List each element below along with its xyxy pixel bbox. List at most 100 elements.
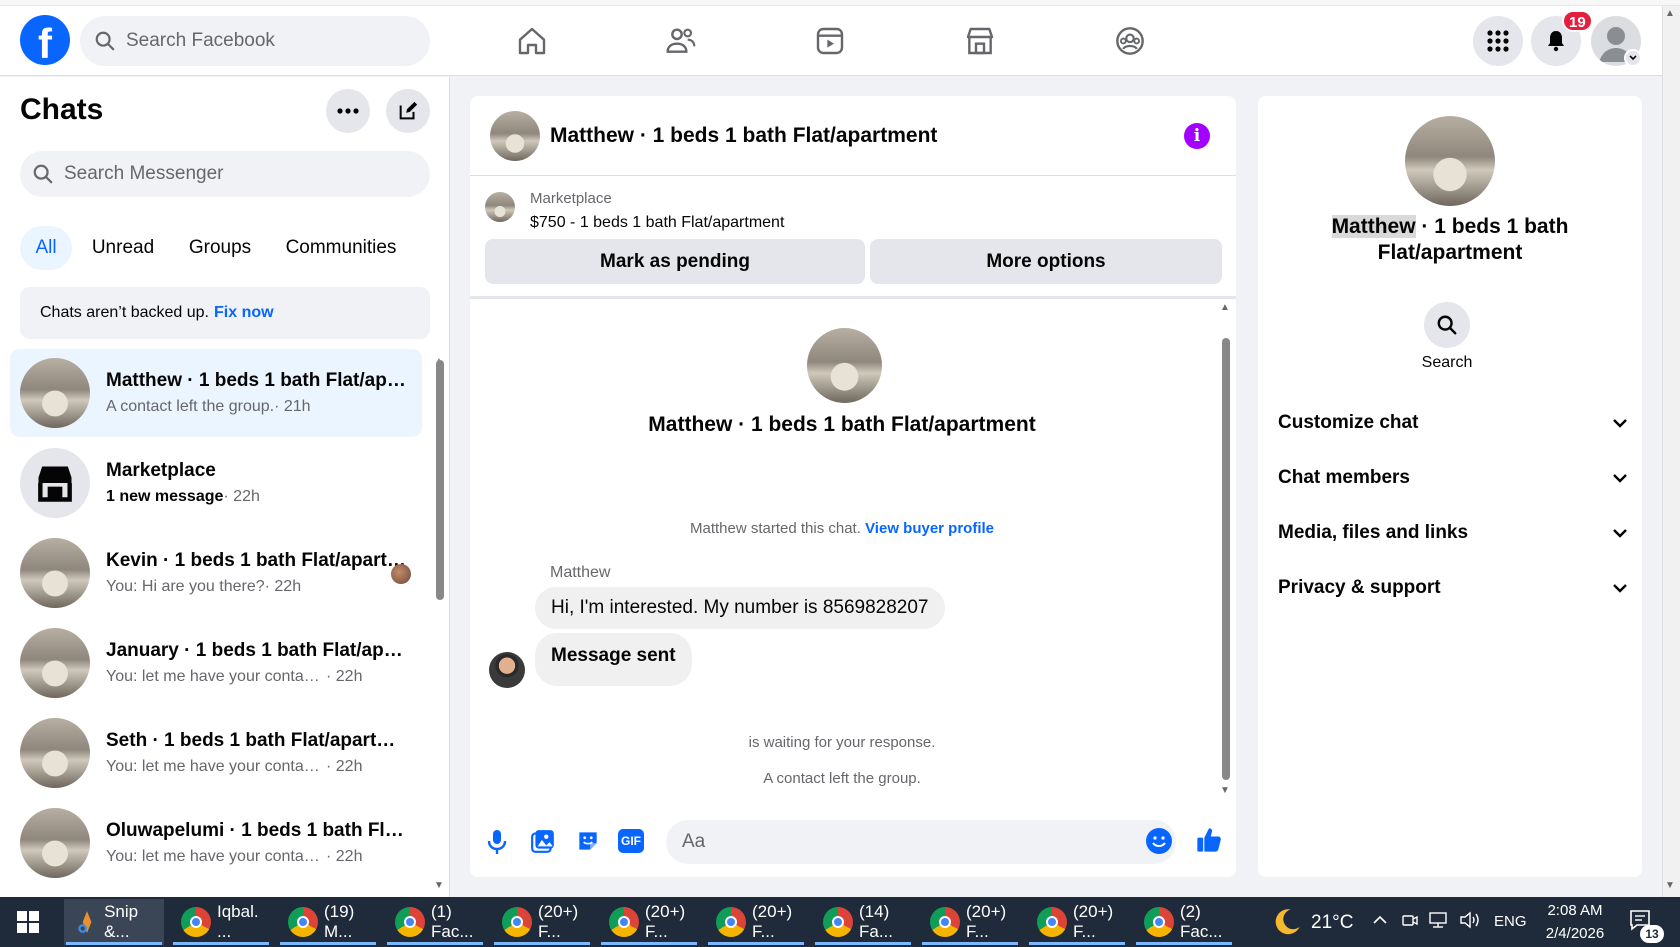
tab-unread[interactable]: Unread <box>84 226 162 270</box>
chat-time: · 22h <box>326 758 363 775</box>
emoji-icon[interactable] <box>1146 828 1172 854</box>
taskbar-app-chrome[interactable]: (20+) F... <box>599 899 699 945</box>
marketplace-icon[interactable] <box>955 18 1005 64</box>
chat-row-marketplace[interactable]: Marketplace 1 new message · 22h <box>10 439 422 527</box>
taskbar-app-chrome[interactable]: (20+) F... <box>706 899 806 945</box>
scroll-down-arrow-icon[interactable]: ▼ <box>1665 880 1675 891</box>
info-icon[interactable]: i <box>1184 123 1210 149</box>
chat-options-button[interactable] <box>326 89 370 133</box>
chevron-up-icon[interactable] <box>1372 912 1388 933</box>
chat-time: · 22h <box>326 848 363 865</box>
conversation-avatar[interactable] <box>490 111 540 161</box>
listing-price-title[interactable]: $750 - 1 beds 1 bath Flat/apartment <box>530 214 784 232</box>
taskbar-app-chrome[interactable]: (2) Fac... <box>1134 899 1234 945</box>
listing-thumbnail <box>485 192 515 222</box>
taskbar-app-label: (20+) F... <box>645 902 686 941</box>
mark-as-pending-button[interactable]: Mark as pending <box>485 239 865 284</box>
chat-preview: You: let me have your contact number <box>106 758 326 775</box>
volume-icon[interactable] <box>1459 911 1481 934</box>
meet-now-icon[interactable] <box>1401 911 1419 934</box>
chat-row-seth[interactable]: Seth · 1 beds 1 bath Flat/apartment You:… <box>10 709 422 797</box>
taskbar-app-chrome[interactable]: (1) Fac... <box>385 899 485 945</box>
taskbar-app-label: (1) Fac... <box>431 902 474 941</box>
scroll-down-arrow-icon[interactable]: ▼ <box>434 880 444 891</box>
chat-list-scrollbar[interactable] <box>436 360 444 600</box>
page-scrollbar[interactable] <box>1662 6 1680 897</box>
menu-grid-icon[interactable] <box>1473 16 1523 66</box>
details-search-button[interactable] <box>1424 302 1470 348</box>
chat-row-kevin[interactable]: Kevin · 1 beds 1 bath Flat/apartment You… <box>10 529 422 617</box>
messenger-search-input[interactable]: Search Messenger <box>20 151 430 197</box>
video-icon[interactable] <box>805 18 855 64</box>
home-icon[interactable] <box>507 18 557 64</box>
privacy-support-section[interactable]: Privacy & support <box>1278 568 1628 608</box>
details-avatar[interactable] <box>1405 116 1495 206</box>
taskbar-app-label: (20+) F... <box>538 902 579 941</box>
chat-row-oluwapelumi[interactable]: Oluwapelumi · 1 beds 1 bath Flat/apartme… <box>10 799 422 887</box>
message-composer-input[interactable]: Aa <box>666 820 1176 864</box>
taskbar-app-chrome[interactable]: (14) Fa... <box>813 899 913 945</box>
taskbar-app-chrome[interactable]: (20+) F... <box>492 899 592 945</box>
conversation-title[interactable]: Matthew · 1 beds 1 bath Flat/apartment <box>550 124 937 148</box>
chat-time: · 22h <box>223 488 260 505</box>
taskbar-app-chrome[interactable]: (19) M... <box>278 899 378 945</box>
scroll-up-arrow-icon[interactable]: ▲ <box>1220 302 1230 313</box>
chat-row-january[interactable]: January · 1 beds 1 bath Flat/apartment Y… <box>10 619 422 707</box>
chat-started-notice: Matthew started this chat. View buyer pr… <box>470 520 1214 537</box>
sender-avatar[interactable] <box>489 652 525 688</box>
windows-start-icon[interactable] <box>16 910 40 939</box>
gif-icon[interactable]: GIF <box>618 829 644 853</box>
more-dots-icon <box>337 108 359 114</box>
listing-thumbnail <box>20 718 90 788</box>
media-files-links-section[interactable]: Media, files and links <box>1278 513 1628 553</box>
friends-icon[interactable] <box>656 18 706 64</box>
network-icon[interactable] <box>1428 911 1448 934</box>
view-buyer-profile-link[interactable]: View buyer profile <box>865 520 994 537</box>
message-bubble[interactable]: Message sent <box>535 633 692 686</box>
taskbar-app-chrome[interactable]: (20+) F... <box>920 899 1020 945</box>
fix-now-link[interactable]: Fix now <box>214 304 274 322</box>
new-message-button[interactable] <box>386 89 430 133</box>
scroll-down-arrow-icon[interactable]: ▼ <box>1220 785 1230 796</box>
clock-time[interactable]: 2:08 AM <box>1540 902 1610 919</box>
thumbs-up-icon[interactable] <box>1195 826 1223 859</box>
message-bubble[interactable]: Hi, I'm interested. My number is 8569828… <box>535 587 945 629</box>
sticker-icon[interactable] <box>575 828 601 859</box>
conversation-scrollbar[interactable] <box>1222 338 1230 780</box>
chat-row-matthew[interactable]: Matthew · 1 beds 1 bath Flat/apartment A… <box>10 349 422 437</box>
chats-title: Chats <box>20 93 104 126</box>
scroll-up-arrow-icon[interactable]: ▲ <box>1665 8 1675 19</box>
facebook-search-input[interactable]: Search Facebook <box>80 16 430 66</box>
chat-members-section[interactable]: Chat members <box>1278 458 1628 498</box>
facebook-logo-icon[interactable]: f <box>20 15 70 65</box>
photo-icon[interactable] <box>530 828 556 859</box>
tab-communities[interactable]: Communities <box>276 226 406 270</box>
tab-all[interactable]: All <box>20 226 72 270</box>
chrome-icon <box>1037 907 1067 937</box>
taskbar-app-chrome[interactable]: Iqbal. ... <box>171 899 271 945</box>
details-title: Matthew · 1 beds 1 bath Flat/apartment <box>1290 214 1610 266</box>
chat-name: Seth · 1 beds 1 bath Flat/apartment <box>106 730 406 751</box>
weather-moon-icon[interactable] <box>1272 907 1302 942</box>
weather-temperature[interactable]: 21°C <box>1311 912 1353 934</box>
language-indicator[interactable]: ENG <box>1494 913 1527 930</box>
groups-icon[interactable] <box>1105 18 1155 64</box>
active-indicator <box>280 942 376 945</box>
more-options-button[interactable]: More options <box>870 239 1222 284</box>
customize-chat-section[interactable]: Customize chat <box>1278 403 1628 443</box>
notification-count-badge: 13 <box>1640 925 1664 943</box>
active-indicator <box>815 942 911 945</box>
tab-groups[interactable]: Groups <box>174 226 266 270</box>
account-chevron-down-icon[interactable] <box>1624 49 1642 67</box>
search-icon <box>33 164 53 184</box>
taskbar-app-label: (2) Fac... <box>1180 902 1223 941</box>
listing-thumbnail <box>20 358 90 428</box>
taskbar-app-chrome[interactable]: (20+) F... <box>1027 899 1127 945</box>
microphone-icon[interactable] <box>486 828 508 861</box>
profile-avatar[interactable] <box>807 328 882 403</box>
active-indicator <box>922 942 1018 945</box>
clock-date[interactable]: 2/4/2026 <box>1540 925 1610 942</box>
chrome-icon <box>502 907 532 937</box>
taskbar-app-label: (14) Fa... <box>859 902 894 941</box>
taskbar-app-snip[interactable]: Snip &... <box>64 899 164 945</box>
